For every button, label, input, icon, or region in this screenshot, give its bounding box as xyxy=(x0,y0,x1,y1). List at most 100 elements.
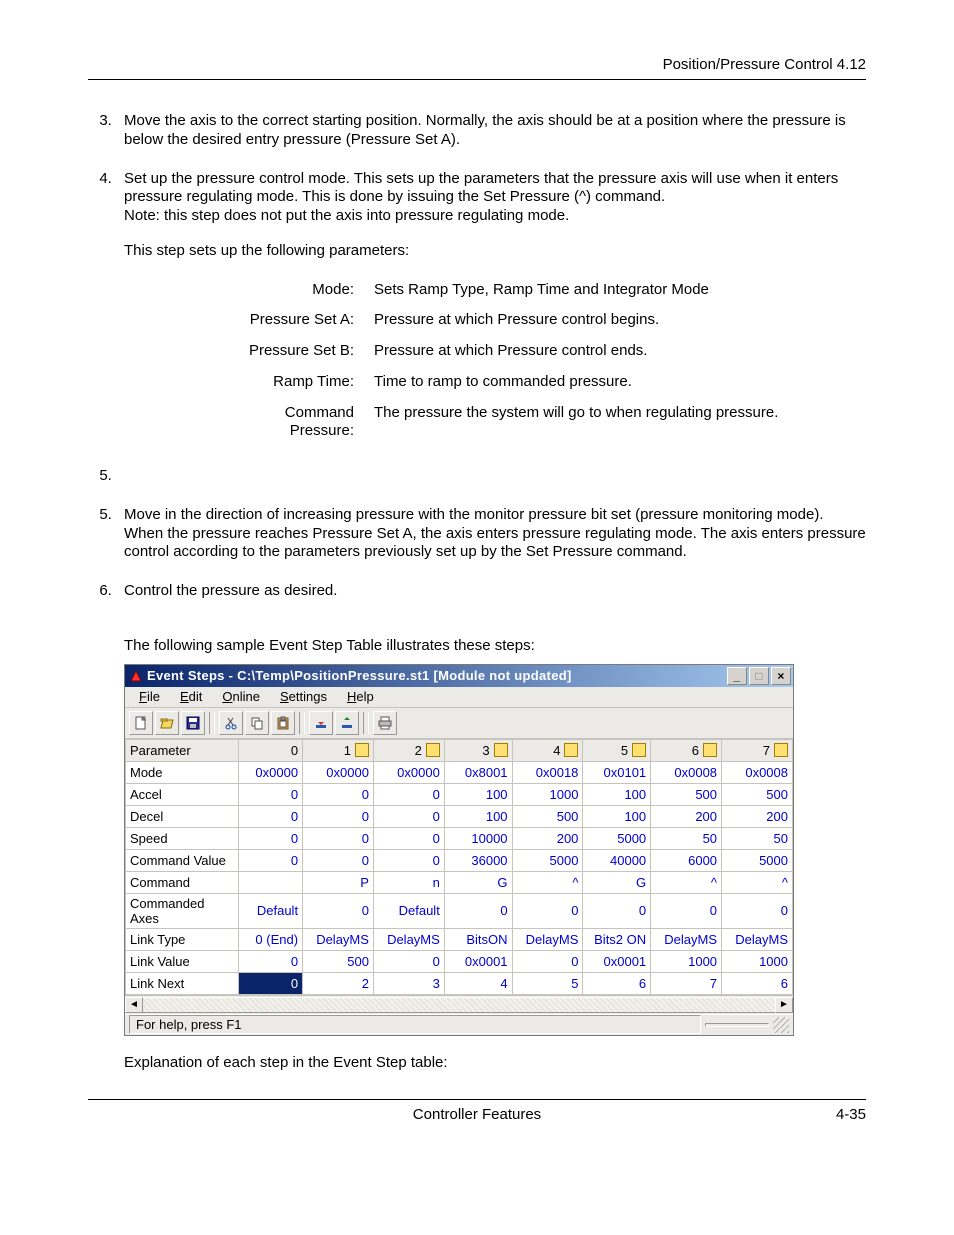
cell[interactable]: 0 xyxy=(373,849,444,871)
cut-icon[interactable] xyxy=(219,711,243,735)
cell[interactable]: 100 xyxy=(444,805,512,827)
cell-parameter[interactable]: Mode xyxy=(126,761,239,783)
cell[interactable]: 5000 xyxy=(512,849,583,871)
cell-parameter[interactable]: Decel xyxy=(126,805,239,827)
cell[interactable]: n xyxy=(373,871,444,893)
cell[interactable]: 0 xyxy=(239,783,303,805)
cell[interactable]: 500 xyxy=(512,805,583,827)
cell[interactable]: 0 xyxy=(303,849,374,871)
col-2[interactable]: 2 xyxy=(373,739,444,761)
cell[interactable]: 200 xyxy=(722,805,793,827)
menu-file[interactable]: File xyxy=(129,688,170,705)
cell-parameter[interactable]: Accel xyxy=(126,783,239,805)
cell[interactable]: 6 xyxy=(722,972,793,994)
cell-parameter[interactable]: Link Value xyxy=(126,950,239,972)
cell[interactable]: 200 xyxy=(651,805,722,827)
cell[interactable]: 0x8001 xyxy=(444,761,512,783)
cell[interactable]: 0 xyxy=(722,893,793,928)
cell[interactable]: 0x0008 xyxy=(651,761,722,783)
cell-parameter[interactable]: Command Value xyxy=(126,849,239,871)
grid-row[interactable]: Link Value050000x000100x000110001000 xyxy=(126,950,793,972)
close-button[interactable]: × xyxy=(771,667,791,685)
cell[interactable]: 6000 xyxy=(651,849,722,871)
cell[interactable]: 40000 xyxy=(583,849,651,871)
cell-parameter[interactable]: Link Type xyxy=(126,928,239,950)
cell[interactable]: 500 xyxy=(303,950,374,972)
cell[interactable]: 0 xyxy=(239,805,303,827)
cell[interactable]: 100 xyxy=(583,805,651,827)
cell-parameter[interactable]: Command xyxy=(126,871,239,893)
grid-row[interactable]: Mode0x00000x00000x00000x80010x00180x0101… xyxy=(126,761,793,783)
cell[interactable]: 6 xyxy=(583,972,651,994)
cell[interactable]: 1000 xyxy=(512,783,583,805)
minimize-button[interactable]: _ xyxy=(727,667,747,685)
cell[interactable]: 0x0008 xyxy=(722,761,793,783)
cell[interactable]: 50 xyxy=(722,827,793,849)
menu-help[interactable]: Help xyxy=(337,688,384,705)
cell[interactable]: 0 xyxy=(239,827,303,849)
cell[interactable]: 0 xyxy=(651,893,722,928)
cell[interactable]: 0x0001 xyxy=(444,950,512,972)
save-icon[interactable] xyxy=(181,711,205,735)
paste-icon[interactable] xyxy=(271,711,295,735)
cell[interactable]: 1000 xyxy=(651,950,722,972)
grid-row[interactable]: Link Next02345676 xyxy=(126,972,793,994)
scroll-right-icon[interactable]: ► xyxy=(775,997,793,1013)
col-3[interactable]: 3 xyxy=(444,739,512,761)
cell[interactable]: DelayMS xyxy=(373,928,444,950)
cell[interactable]: 0x0101 xyxy=(583,761,651,783)
cell-parameter[interactable]: Commanded Axes xyxy=(126,893,239,928)
cell[interactable]: 0 xyxy=(373,783,444,805)
cell[interactable]: 0 xyxy=(512,893,583,928)
cell[interactable] xyxy=(239,871,303,893)
cell[interactable]: 0x0018 xyxy=(512,761,583,783)
cell[interactable]: 0x0001 xyxy=(583,950,651,972)
cell[interactable]: ^ xyxy=(651,871,722,893)
col-7[interactable]: 7 xyxy=(722,739,793,761)
open-icon[interactable] xyxy=(155,711,179,735)
cell[interactable]: 36000 xyxy=(444,849,512,871)
maximize-button[interactable]: □ xyxy=(749,667,769,685)
cell[interactable]: 0 xyxy=(239,950,303,972)
cell[interactable]: 0 xyxy=(303,805,374,827)
cell[interactable]: 0x0000 xyxy=(239,761,303,783)
cell[interactable]: 2 xyxy=(303,972,374,994)
cell[interactable]: 500 xyxy=(722,783,793,805)
col-1[interactable]: 1 xyxy=(303,739,374,761)
cell-parameter[interactable]: Speed xyxy=(126,827,239,849)
cell-parameter[interactable]: Link Next xyxy=(126,972,239,994)
cell[interactable]: 1000 xyxy=(722,950,793,972)
cell[interactable]: G xyxy=(583,871,651,893)
download-icon[interactable] xyxy=(309,711,333,735)
cell[interactable]: 0 xyxy=(373,950,444,972)
cell[interactable]: 5000 xyxy=(583,827,651,849)
menu-settings[interactable]: Settings xyxy=(270,688,337,705)
grid-row[interactable]: Command Value0003600050004000060005000 xyxy=(126,849,793,871)
cell[interactable]: 0 xyxy=(303,827,374,849)
cell[interactable]: 0 xyxy=(444,893,512,928)
cell[interactable]: 50 xyxy=(651,827,722,849)
grid-row[interactable]: CommandPnG^G^^ xyxy=(126,871,793,893)
horizontal-scrollbar[interactable]: ◄ ► xyxy=(125,995,793,1014)
print-icon[interactable] xyxy=(373,711,397,735)
scroll-left-icon[interactable]: ◄ xyxy=(125,997,143,1013)
grid-row[interactable]: Accel0001001000100500500 xyxy=(126,783,793,805)
cell[interactable]: G xyxy=(444,871,512,893)
cell[interactable]: Bits2 ON xyxy=(583,928,651,950)
cell[interactable]: 0 (End) xyxy=(239,928,303,950)
cell[interactable]: ^ xyxy=(512,871,583,893)
cell[interactable]: 0x0000 xyxy=(303,761,374,783)
cell[interactable]: 5 xyxy=(512,972,583,994)
cell[interactable]: 7 xyxy=(651,972,722,994)
resize-grip-icon[interactable] xyxy=(773,1017,789,1033)
col-parameter[interactable]: Parameter xyxy=(126,739,239,761)
cell[interactable]: DelayMS xyxy=(651,928,722,950)
cell[interactable]: 0x0000 xyxy=(373,761,444,783)
cell[interactable]: DelayMS xyxy=(722,928,793,950)
cell[interactable]: BitsON xyxy=(444,928,512,950)
cell[interactable]: 0 xyxy=(303,783,374,805)
cell[interactable]: 0 xyxy=(373,827,444,849)
col-4[interactable]: 4 xyxy=(512,739,583,761)
cell[interactable]: 3 xyxy=(373,972,444,994)
cell[interactable]: 0 xyxy=(583,893,651,928)
